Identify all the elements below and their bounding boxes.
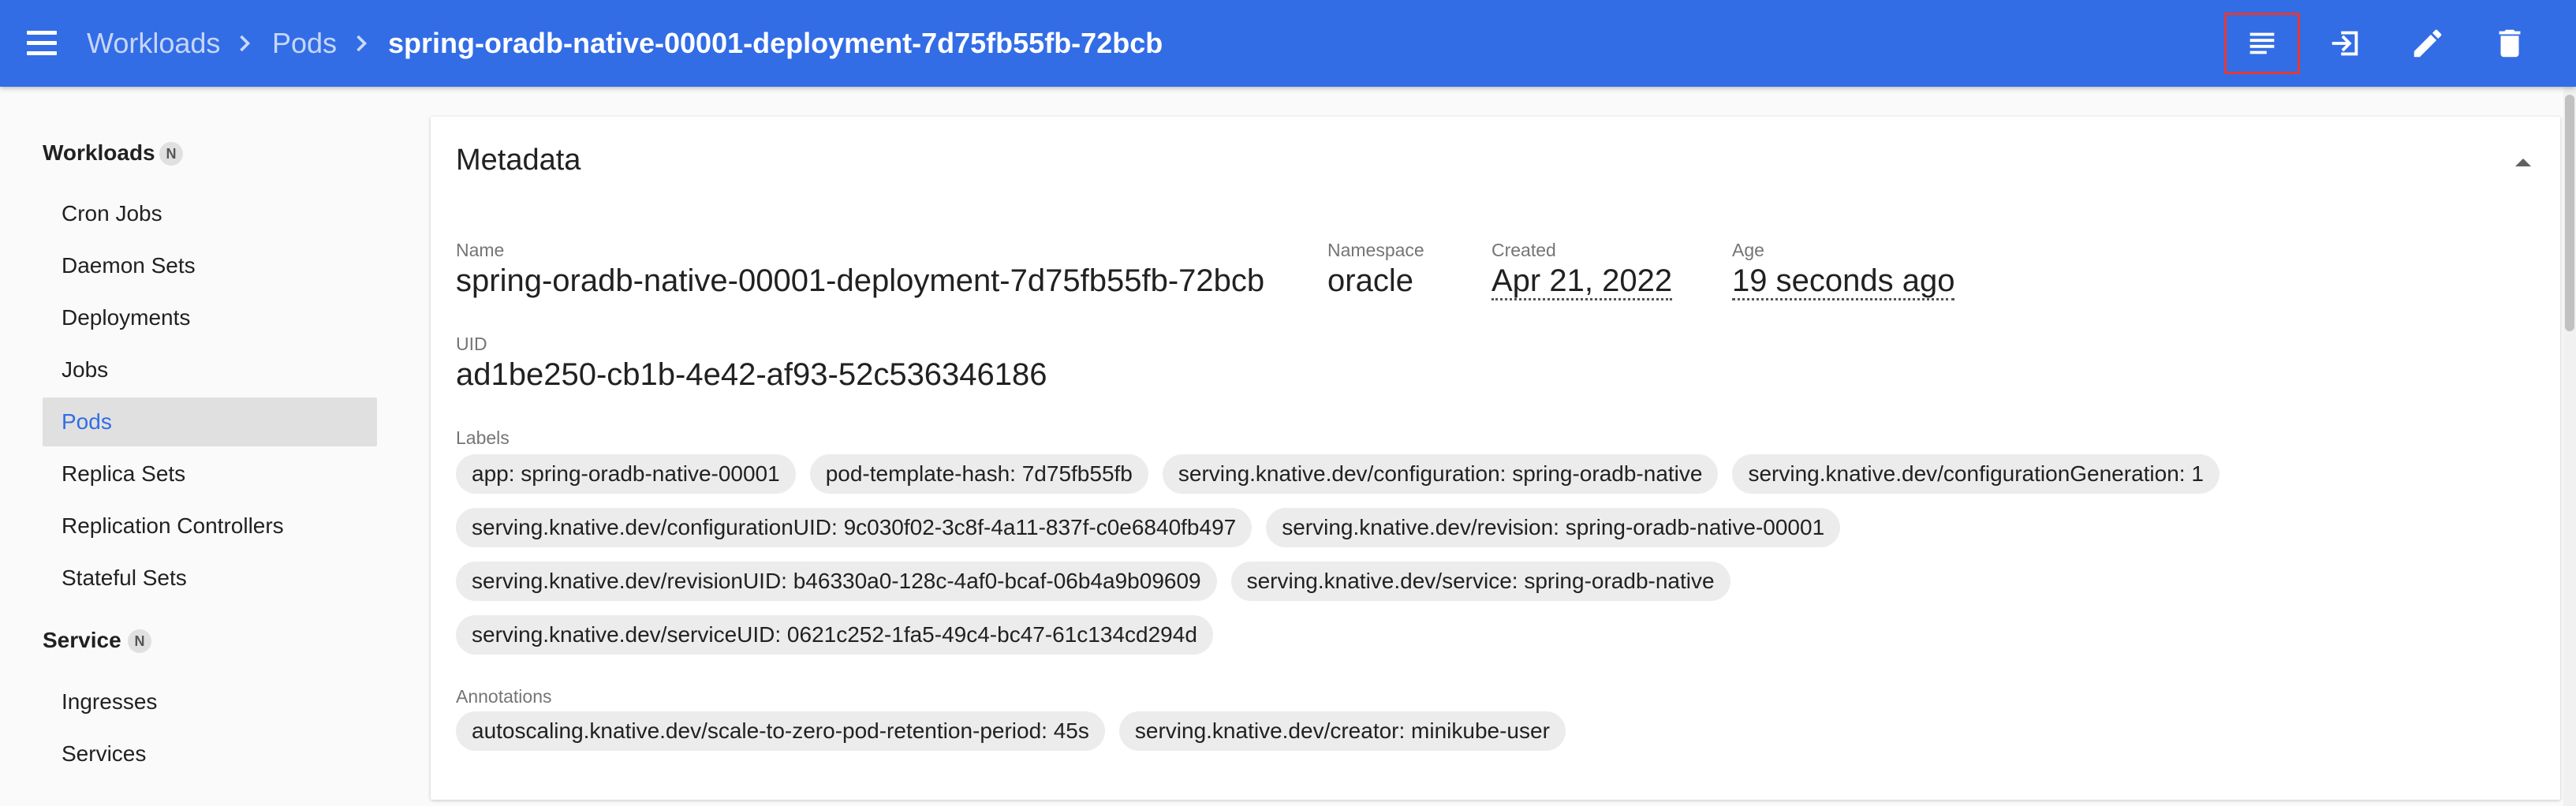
page-title: spring-oradb-native-00001-deployment-7d7…	[388, 27, 1163, 59]
name-label: Name	[456, 240, 505, 260]
created-label: Created	[1491, 240, 1556, 260]
exec-icon	[2331, 31, 2358, 56]
labels-row: serving.knative.dev/serviceUID: 0621c252…	[456, 615, 1213, 655]
sidebar-section-service[interactable]: Service	[43, 628, 121, 653]
uid-value: ad1be250-cb1b-4e42-af93-52c536346186	[456, 357, 1047, 392]
sidebar-item-ingresses[interactable]: Ingresses	[43, 677, 377, 726]
label-chip: serving.knative.dev/configurationUID: 9c…	[456, 508, 1253, 547]
annotation-chip: serving.knative.dev/creator: minikube-us…	[1118, 711, 1566, 751]
label-chip: serving.knative.dev/revisionUID: b46330a…	[456, 562, 1217, 601]
label-chip: serving.knative.dev/serviceUID: 0621c252…	[456, 615, 1213, 655]
breadcrumb-pods[interactable]: Pods	[272, 24, 337, 63]
edit-icon	[2414, 29, 2442, 58]
label-chip: pod-template-hash: 7d75fb55fb	[809, 454, 1148, 494]
sidebar-section-workloads[interactable]: Workloads	[43, 140, 155, 166]
sidebar-item-replica-sets[interactable]: Replica Sets	[43, 450, 377, 498]
namespaced-badge: N	[159, 142, 183, 166]
sidebar-item-daemon-sets[interactable]: Daemon Sets	[43, 241, 377, 290]
labels-label: Labels	[456, 427, 510, 448]
chevron-right-icon	[240, 35, 251, 52]
delete-button[interactable]	[2472, 13, 2548, 74]
labels-row: app: spring-oradb-native-00001 pod-templ…	[456, 454, 2219, 494]
top-toolbar: Workloads Pods spring-oradb-native-00001…	[0, 0, 2576, 87]
sidebar-item-deployments[interactable]: Deployments	[43, 293, 377, 342]
name-value: spring-oradb-native-00001-deployment-7d7…	[456, 263, 1265, 298]
annotations-row: autoscaling.knative.dev/scale-to-zero-po…	[456, 711, 1566, 751]
chevron-right-icon	[357, 35, 368, 52]
label-chip: serving.knative.dev/revision: spring-ora…	[1266, 508, 1841, 547]
age-value[interactable]: 19 seconds ago	[1732, 263, 1955, 300]
delete-icon	[2499, 29, 2521, 58]
namespaced-badge: N	[128, 629, 151, 653]
sidebar-item-replication-controllers[interactable]: Replication Controllers	[43, 502, 377, 550]
hamburger-menu-icon[interactable]	[25, 28, 60, 59]
age-label: Age	[1732, 240, 1764, 260]
metadata-card-title: Metadata	[456, 144, 581, 177]
namespace-label: Namespace	[1327, 240, 1424, 260]
label-chip: serving.knative.dev/service: spring-orad…	[1230, 562, 1730, 601]
created-value[interactable]: Apr 21, 2022	[1491, 263, 1673, 300]
exec-button[interactable]	[2308, 13, 2384, 74]
edit-button[interactable]	[2390, 13, 2466, 74]
sidebar-item-jobs[interactable]: Jobs	[43, 345, 377, 394]
sidebar: Workloads N Cron Jobs Daemon Sets Deploy…	[0, 87, 410, 806]
labels-row: serving.knative.dev/configurationUID: 9c…	[456, 508, 1841, 547]
label-chip: serving.knative.dev/configurationGenerat…	[1732, 454, 2219, 494]
metadata-card: Metadata Name spring-oradb-native-00001-…	[431, 117, 2560, 800]
logs-icon	[2249, 32, 2275, 54]
annotation-chip: autoscaling.knative.dev/scale-to-zero-po…	[456, 711, 1105, 751]
logs-button[interactable]	[2224, 13, 2300, 74]
namespace-value[interactable]: oracle	[1327, 263, 1413, 299]
uid-label: UID	[456, 334, 487, 354]
labels-row: serving.knative.dev/revisionUID: b46330a…	[456, 562, 1730, 601]
label-chip: app: spring-oradb-native-00001	[456, 454, 796, 494]
sidebar-item-stateful-sets[interactable]: Stateful Sets	[43, 554, 377, 603]
scrollbar-thumb[interactable]	[2565, 95, 2574, 331]
breadcrumb-workloads[interactable]: Workloads	[87, 24, 220, 63]
sidebar-item-pods[interactable]: Pods	[43, 397, 377, 446]
label-chip: serving.knative.dev/configuration: sprin…	[1162, 454, 1719, 494]
sidebar-item-services[interactable]: Services	[43, 730, 377, 778]
chevron-up-icon[interactable]	[2511, 155, 2535, 170]
annotations-label: Annotations	[456, 686, 552, 707]
sidebar-item-cron-jobs[interactable]: Cron Jobs	[43, 189, 377, 238]
page-scrollbar[interactable]	[2563, 87, 2576, 806]
